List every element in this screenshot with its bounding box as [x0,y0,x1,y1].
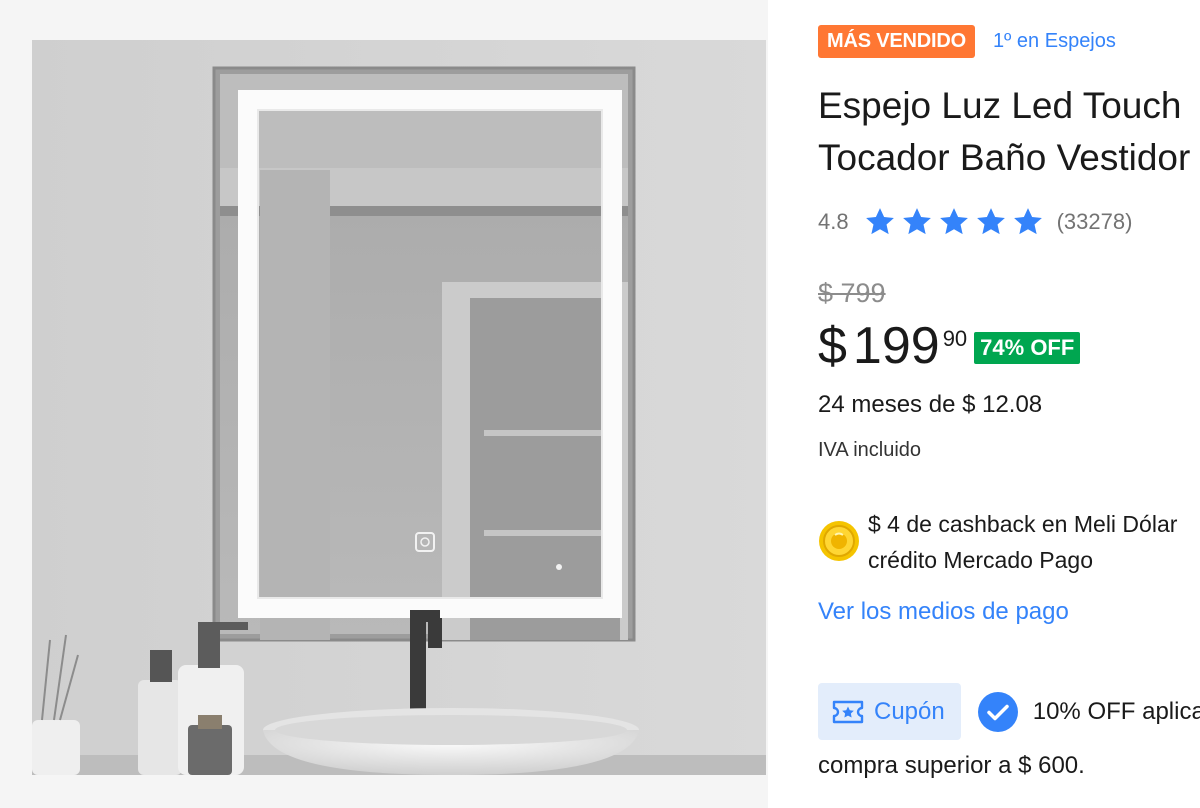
badge-row: MÁS VENDIDO 1º en Espejos [818,25,1116,58]
product-gallery [0,0,768,808]
rating-count: (33278) [1056,209,1133,234]
discount-badge: 74% OFF [974,332,1081,364]
star-icon [976,208,1005,235]
coupon-ticket-icon [832,700,864,723]
star-icon [902,208,931,235]
coupon-row: Cupón 10% OFF aplicando [818,683,1200,740]
product-info: MÁS VENDIDO 1º en Espejos Espejo Luz Led… [818,0,1200,808]
cashback-info: $ 4 de cashback en Meli Dólar crédito Me… [818,506,1177,578]
rating-summary[interactable]: 4.8 (33278) [818,205,1132,239]
price-currency: $ [818,317,847,375]
coupon-text: 10% OFF aplicando [1032,697,1200,725]
coupon-subtext: compra superior a $ 600. [818,752,1085,779]
product-image[interactable] [32,40,766,775]
tax-note: IVA incluido [818,439,922,461]
coin-icon [819,521,859,561]
rating-score: 4.8 [818,209,849,234]
cashback-line2: crédito Mercado Pago [868,547,1094,573]
category-rank-link[interactable]: 1º en Espejos [993,30,1116,53]
coupon-chip[interactable]: Cupón [818,683,961,740]
current-price: $199 [818,316,940,376]
price-row: $199 90 74% OFF [818,316,1081,376]
verified-check-icon [977,691,1018,732]
installments-text: 24 meses de $ 12.08 [818,391,1043,418]
star-icon [865,208,894,235]
star-icon [939,208,968,235]
price-amount: 199 [852,317,940,375]
cashback-line1: $ 4 de cashback en Meli Dólar [868,511,1178,537]
product-title-line1: Espejo Luz Led Touch [818,85,1182,126]
payment-methods-link[interactable]: Ver los medios de pago [818,598,1069,626]
star-icon [1013,208,1042,235]
price-cents: 90 [942,326,968,351]
best-seller-badge: MÁS VENDIDO [818,25,975,58]
original-price: $ 799 [818,278,886,308]
coupon-label: Cupón [874,697,945,725]
product-title: Espejo Luz Led Touch Tocador Baño Vestid… [818,80,1200,184]
product-title-line2: Tocador Baño Vestidor [818,137,1191,178]
rating-stars [863,205,1045,239]
